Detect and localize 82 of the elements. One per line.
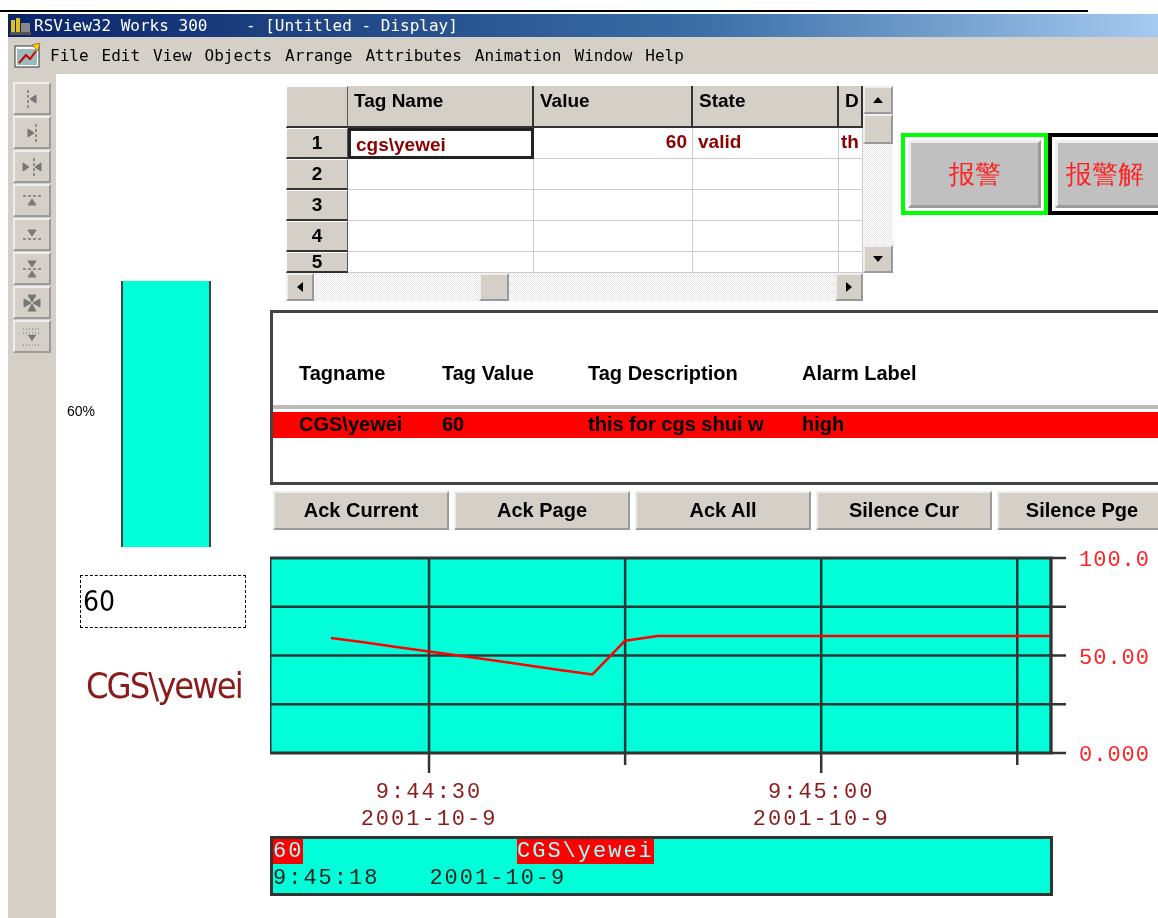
column-header[interactable]: Value (534, 86, 693, 128)
align-icon (27, 88, 37, 109)
table-cell[interactable] (348, 221, 534, 252)
table-cell[interactable] (534, 190, 693, 221)
table-cell[interactable]: cgs\yewei (348, 128, 534, 159)
table-cell[interactable]: valid (693, 128, 839, 159)
alarm-ack-button[interactable]: Silence Pge (997, 491, 1158, 530)
alarm-ack-button[interactable]: Ack Current (273, 491, 449, 530)
table-cell[interactable] (693, 190, 839, 221)
align-icon (22, 229, 42, 240)
row-header[interactable]: 4 (286, 221, 348, 252)
numeric-display: 60 (80, 575, 246, 628)
scroll-thumb[interactable] (479, 273, 509, 301)
display-icon[interactable] (14, 42, 42, 69)
toolbar-button[interactable] (13, 286, 51, 319)
alarm-ack-button[interactable]: Silence Cur (816, 491, 992, 530)
menu-item[interactable]: View (153, 46, 192, 65)
column-header[interactable]: D (839, 86, 863, 128)
column-header[interactable]: State (693, 86, 839, 128)
y-tick-label: 50.00 (1079, 645, 1150, 671)
row-header[interactable]: 3 (286, 190, 348, 221)
tag-label: CGS\yewei (86, 665, 242, 706)
alarm-ack-button[interactable]: Ack All (635, 491, 811, 530)
scroll-thumb[interactable] (863, 114, 893, 144)
menu-item[interactable]: File (50, 46, 89, 65)
toolbar-button[interactable] (13, 320, 51, 353)
column-header[interactable]: Tag Name (348, 86, 534, 128)
down-arrow-icon (873, 256, 883, 262)
menu-item[interactable]: Animation (474, 46, 562, 65)
align-icon (23, 293, 41, 312)
tag-name-text: CGS\yewei (517, 839, 654, 864)
table-cell[interactable] (534, 159, 693, 190)
menu-item[interactable]: Edit (101, 46, 141, 65)
column-header: Tag Value (442, 362, 534, 385)
align-icon (27, 122, 37, 143)
window-title: RSView32 Works 300 - [Untitled - Display] (34, 16, 458, 35)
horizontal-scrollbar[interactable] (286, 273, 863, 301)
table-cell[interactable] (693, 159, 839, 190)
menu-item[interactable]: Help (645, 46, 684, 65)
row-header[interactable]: 1 (286, 128, 348, 159)
toolbar-button[interactable] (13, 184, 51, 217)
time-text: 9:45:18 (273, 866, 380, 891)
alarm-ack-button[interactable]: Ack Page (454, 491, 630, 530)
row-header[interactable]: 2 (286, 159, 348, 190)
table-cell[interactable] (348, 159, 534, 190)
bar-label: 60% (67, 403, 96, 419)
align-icon (22, 327, 42, 346)
row-header[interactable]: 5 (286, 252, 348, 273)
value-text: 60 (273, 839, 304, 864)
right-arrow-icon (846, 282, 852, 292)
column-header: Tag Description (588, 362, 738, 385)
alarm-row[interactable]: CGS\yewei 60 this for cgs shui w high (273, 412, 1158, 438)
toolbar-button[interactable] (13, 150, 51, 183)
x-tick-label: 9:45:00 (768, 780, 875, 805)
app-icon (10, 16, 32, 35)
x-tick-date: 2001-10-9 (752, 807, 890, 832)
align-icon (22, 156, 42, 177)
x-tick-label: 9:44:30 (375, 780, 483, 805)
menu-item[interactable]: Attributes (365, 46, 462, 65)
menu-item[interactable]: Objects (204, 46, 273, 65)
menu-item[interactable]: Arrange (285, 46, 353, 65)
menu-item[interactable]: Window (574, 46, 633, 65)
toolbar-button[interactable] (13, 252, 51, 285)
table-cell[interactable] (534, 221, 693, 252)
y-tick-label: 100.0 (1079, 548, 1150, 573)
toolbar-button[interactable] (13, 218, 51, 251)
column-header: Alarm Label (802, 362, 917, 385)
table-cell[interactable] (348, 190, 534, 221)
align-icon (22, 259, 42, 278)
column-header: Tagname (299, 362, 386, 385)
toolbar-button[interactable] (13, 116, 51, 149)
table-cell[interactable] (693, 221, 839, 252)
toolbar-button[interactable] (13, 82, 51, 115)
date-text: 2001-10-9 (429, 866, 567, 891)
left-arrow-icon (297, 282, 303, 292)
align-icon (22, 195, 42, 206)
table-corner (286, 86, 348, 128)
x-tick-date: 2001-10-9 (360, 807, 498, 832)
y-tick-label: 0.000 (1079, 743, 1150, 768)
vertical-scrollbar[interactable] (863, 86, 893, 273)
table-cell[interactable]: 60 (534, 128, 693, 159)
up-arrow-icon (873, 97, 883, 103)
